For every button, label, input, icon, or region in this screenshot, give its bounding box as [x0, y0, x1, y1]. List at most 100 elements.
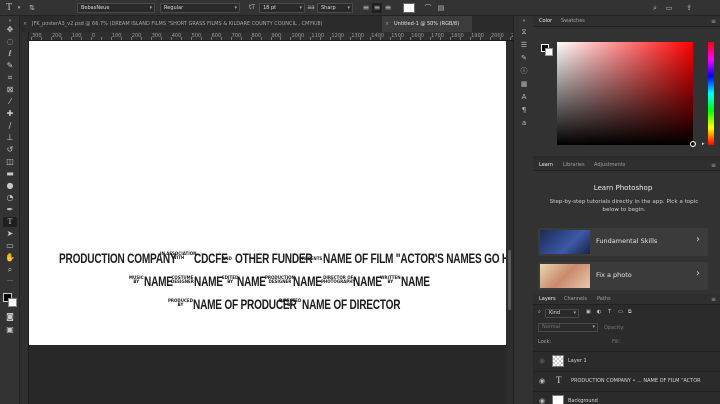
tab-color[interactable]: Color	[539, 16, 552, 27]
type-tool-preset-icon[interactable]: T	[4, 3, 14, 13]
credit-name-costume: NAME	[194, 273, 223, 289]
tab-untitled-1[interactable]: × Untitled-1 @ 50% (RGB/8)	[382, 16, 472, 32]
ruler-tick	[130, 37, 132, 40]
color-panel-header: Color Swatches ≡	[533, 16, 720, 27]
panel-menu-icon[interactable]: ≡	[711, 16, 716, 27]
character-panel-icon[interactable]: ▤	[436, 3, 446, 13]
ruler-tick	[420, 37, 422, 40]
tab-paths[interactable]: Paths	[597, 294, 611, 305]
history-panel-icon[interactable]: ⧖	[518, 27, 530, 37]
background-color-swatch[interactable]	[545, 48, 553, 56]
info-panel-icon[interactable]: ⓘ	[518, 66, 530, 76]
brush-tool-icon[interactable]: ∕	[3, 121, 17, 131]
path-selection-tool-icon[interactable]: ➤	[3, 229, 17, 239]
quick-mask-icon[interactable]: ◙	[3, 312, 17, 322]
healing-brush-tool-icon[interactable]: ✚	[3, 109, 17, 119]
credit-director: NAME OF DIRECTOR	[302, 296, 401, 312]
brush-panel-icon[interactable]: ✎	[518, 53, 530, 63]
panel-menu-icon[interactable]: ≡	[711, 160, 716, 171]
color-field[interactable]	[557, 42, 693, 145]
warp-text-icon[interactable]: ⌒	[423, 3, 433, 13]
blend-mode-select[interactable]: Normal	[538, 323, 598, 332]
filter-pixel-icon[interactable]: ▣	[586, 308, 591, 317]
lasso-tool-icon[interactable]: ℓ	[3, 49, 17, 59]
hue-slider[interactable]	[708, 42, 714, 145]
move-tool-icon[interactable]: ✥	[3, 25, 17, 35]
dodge-tool-icon[interactable]: ◔	[3, 193, 17, 203]
eraser-tool-icon[interactable]: ◫	[3, 157, 17, 167]
tab-adjustments[interactable]: Adjustments	[594, 160, 625, 171]
align-left-icon[interactable]: ≡	[361, 3, 371, 13]
screen-mode-icon[interactable]: ▣	[3, 325, 17, 335]
history-brush-tool-icon[interactable]: ↺	[3, 145, 17, 155]
color-cursor[interactable]	[690, 141, 696, 147]
glyphs-panel-icon[interactable]: a	[518, 118, 530, 128]
font-size-select[interactable]: 18 pt	[259, 3, 305, 13]
share-icon[interactable]: ⇪	[684, 3, 694, 13]
learn-card-fix-a-photo[interactable]: Fix a photo ›	[538, 262, 708, 290]
ruler-tick	[200, 37, 202, 40]
orientation-toggle-icon[interactable]: ⇅	[27, 3, 37, 13]
character-panel-icon[interactable]: A	[518, 92, 530, 102]
tab-layers[interactable]: Layers	[539, 294, 556, 305]
type-tool-icon[interactable]: T	[3, 217, 17, 227]
ruler-tick	[350, 37, 352, 40]
chevron-down-icon[interactable]: ▾	[14, 3, 24, 13]
font-style-select[interactable]: Regular	[160, 3, 240, 13]
filter-smart-icon[interactable]: ⧉	[628, 308, 632, 317]
zoom-tool-icon[interactable]: ⌕	[3, 265, 17, 275]
antialias-select[interactable]: Sharp	[317, 3, 353, 13]
canvas[interactable]: PRODUCTION COMPANY IN ASSOCIATION WITH C…	[29, 41, 534, 345]
font-family-select[interactable]: BebasNeue	[77, 3, 155, 13]
clone-stamp-tool-icon[interactable]: ⊥	[3, 133, 17, 143]
visibility-icon[interactable]: ◉	[539, 397, 545, 404]
align-center-icon[interactable]: ≡	[372, 3, 382, 13]
ruler-tick	[210, 37, 212, 40]
tab-learn[interactable]: Learn	[539, 160, 553, 171]
close-icon[interactable]: ×	[23, 16, 27, 32]
pen-tool-icon[interactable]: ✒	[3, 205, 17, 215]
visibility-icon[interactable]: ◉	[539, 377, 545, 385]
paragraph-panel-icon[interactable]: ¶	[518, 105, 530, 115]
text-color-swatch[interactable]	[403, 3, 415, 13]
quick-selection-tool-icon[interactable]: ✎	[3, 61, 17, 71]
more-tools-icon[interactable]: ···	[3, 277, 17, 287]
marquee-tool-icon[interactable]: ◌	[3, 37, 17, 47]
search-icon[interactable]: ⌕	[650, 3, 660, 13]
tab-swatches[interactable]: Swatches	[561, 16, 585, 27]
properties-panel-icon[interactable]: ☰	[518, 40, 530, 50]
scrollbar-thumb[interactable]	[508, 250, 511, 310]
rectangle-tool-icon[interactable]: ▭	[3, 241, 17, 251]
crop-tool-icon[interactable]: ⌗	[3, 73, 17, 83]
tab-channels[interactable]: Channels	[564, 294, 587, 305]
hand-tool-icon[interactable]: ✋	[3, 253, 17, 263]
eyedropper-tool-icon[interactable]: ⁄	[3, 97, 17, 107]
layer-row[interactable]: ◉ T PRODUCTION COMPANY • ... NAME OF FIL…	[533, 371, 720, 390]
workspace-icon[interactable]: ▭	[664, 3, 674, 13]
credit-music-by: MUSIC BY	[129, 275, 144, 284]
ruler-tick	[400, 37, 402, 40]
layer-row[interactable]: ◉ Layer 1	[533, 351, 720, 370]
layer-row[interactable]: ◉ Background	[533, 391, 720, 404]
vertical-scrollbar[interactable]	[506, 41, 513, 404]
align-right-icon[interactable]: ≡	[383, 3, 393, 13]
learn-card-fundamental-skills[interactable]: Fundamental Skills ›	[538, 228, 708, 256]
tab-libraries[interactable]: Libraries	[563, 160, 585, 171]
tab-poster-psd[interactable]: × JFK_posterA3_v2.psd @ 66.7% (DREAM ISL…	[20, 16, 380, 32]
frame-tool-icon[interactable]: ⊠	[3, 85, 17, 95]
visibility-icon[interactable]: ◉	[539, 357, 545, 365]
filter-type-icon[interactable]: T	[608, 308, 611, 317]
close-icon[interactable]: ×	[385, 16, 389, 32]
ruler-tick	[160, 37, 162, 40]
credit-name-music: NAME	[144, 273, 173, 289]
gradient-tool-icon[interactable]: ▬	[3, 169, 17, 179]
panel-menu-icon[interactable]: ≡	[711, 294, 716, 305]
blur-tool-icon[interactable]: ●	[3, 181, 17, 191]
layer-comps-icon[interactable]: ▦	[518, 79, 530, 89]
layer-filter-select[interactable]: Kind	[545, 309, 579, 318]
collapse-icon[interactable]: «	[518, 16, 530, 26]
filter-shape-icon[interactable]: ▭	[618, 308, 623, 317]
background-color-swatch[interactable]	[8, 298, 17, 307]
hue-slider-caret-icon[interactable]: ▸	[702, 141, 705, 147]
filter-adjustment-icon[interactable]: ◐	[597, 308, 601, 317]
